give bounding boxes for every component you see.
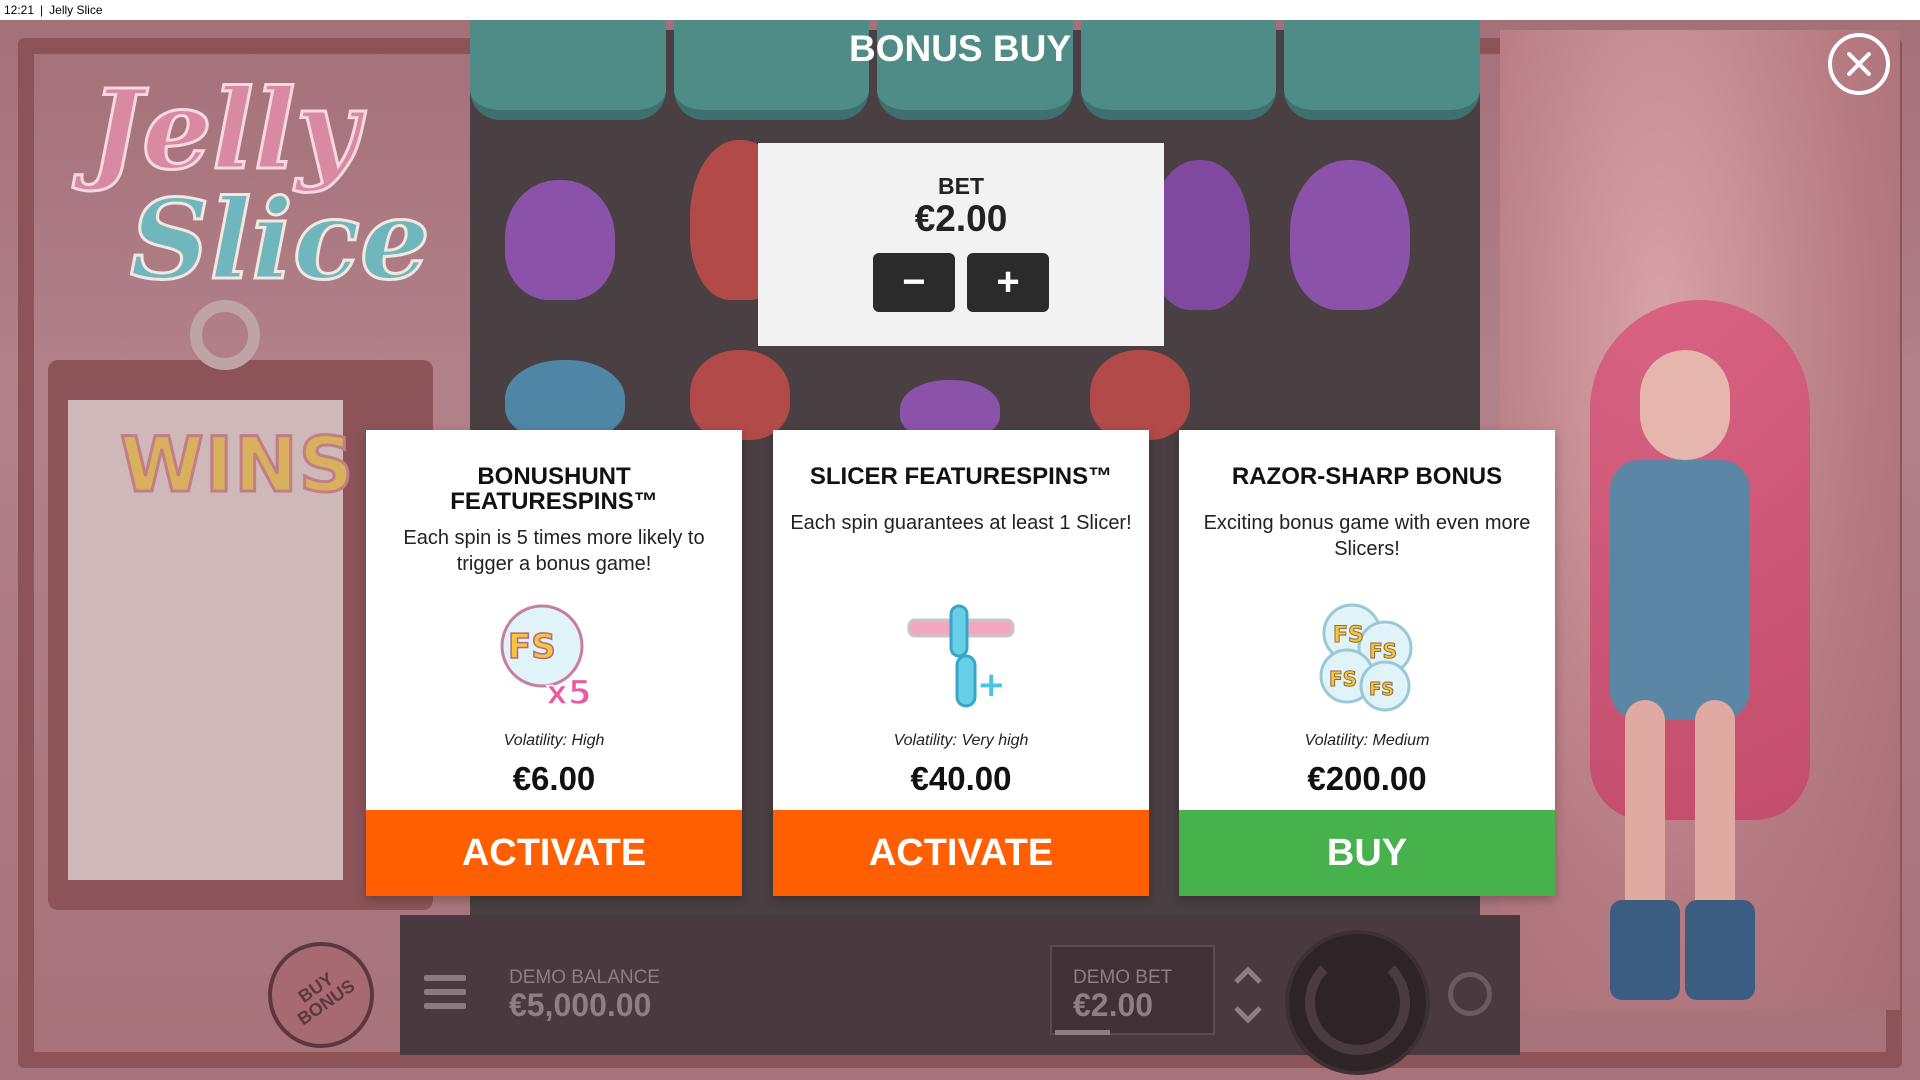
demo-bet-value: €2.00 xyxy=(1073,987,1154,1023)
character-boot xyxy=(1610,900,1680,1000)
svg-text:FS: FS xyxy=(1329,667,1357,691)
svg-text:x5: x5 xyxy=(546,673,592,713)
reel-cap xyxy=(470,20,666,120)
clock-time: 12:21 xyxy=(4,3,35,17)
modal-title: BONUS BUY xyxy=(848,28,1072,69)
window-titlebar: 12:21 | Jelly Slice xyxy=(0,0,1920,20)
card-title: BONUSHUNT FEATURESPINS™ xyxy=(450,463,658,515)
bet-increase-button[interactable]: + xyxy=(967,253,1049,312)
card-description: Exciting bonus game with even more Slice… xyxy=(1203,512,1531,560)
close-icon[interactable] xyxy=(1828,33,1890,95)
bonus-card-slicer: SLICER FEATURESPINS™ Each spin guarantee… xyxy=(773,430,1149,896)
game-logo: Jelly Slice xyxy=(70,45,432,306)
character-leg xyxy=(1695,700,1735,920)
clipboard-hook xyxy=(190,300,260,370)
fs-stack-icon: FS FS FS FS xyxy=(1319,603,1413,712)
bet-indicator xyxy=(1055,1030,1110,1035)
bet-decrease-button[interactable]: − xyxy=(873,253,955,312)
bet-label: BET xyxy=(938,173,984,199)
character-leg xyxy=(1625,700,1665,920)
jelly-symbol-purple xyxy=(1150,160,1250,310)
svg-text:FS: FS xyxy=(1369,639,1397,663)
wins-label: WINS xyxy=(118,419,355,511)
bet-amount: €2.00 xyxy=(914,198,1008,239)
buy-button[interactable]: BUY xyxy=(1179,810,1555,896)
bet-panel: BET €2.00 − + xyxy=(758,143,1164,346)
slicer-plus-icon: + xyxy=(907,604,1015,708)
fs-x5-icon: FS x5 xyxy=(500,604,592,714)
svg-text:FS: FS xyxy=(508,627,556,667)
title-separator: | xyxy=(40,3,44,17)
window-title: Jelly Slice xyxy=(49,3,103,17)
card-volatility: Volatility: Very high xyxy=(893,732,1029,749)
card-price: €6.00 xyxy=(512,760,596,797)
card-price: €40.00 xyxy=(910,760,1012,797)
card-title: RAZOR-SHARP BONUS xyxy=(1231,463,1503,490)
bet-adjust-arrows-icon[interactable] xyxy=(1228,960,1268,1030)
reel-cap xyxy=(1284,20,1480,120)
autoplay-icon[interactable] xyxy=(1448,972,1492,1016)
logo-word-slice: Slice xyxy=(129,174,432,306)
jelly-symbol-red xyxy=(690,350,790,440)
demo-balance-label: DEMO BALANCE xyxy=(509,967,660,988)
card-title: SLICER FEATURESPINS™ xyxy=(809,463,1113,490)
card-price: €200.00 xyxy=(1307,760,1427,797)
bonus-card-razor-sharp: RAZOR-SHARP BONUS Exciting bonus game wi… xyxy=(1179,430,1555,896)
svg-text:+: + xyxy=(977,665,1006,705)
card-volatility: Volatility: Medium xyxy=(1304,732,1430,749)
activate-button[interactable]: ACTIVATE xyxy=(773,810,1149,896)
character-boot xyxy=(1685,900,1755,1000)
activate-button[interactable]: ACTIVATE xyxy=(366,810,742,896)
card-description: Each spin is 5 times more likely to trig… xyxy=(403,527,705,575)
svg-text:FS: FS xyxy=(1333,623,1364,648)
jelly-symbol-red xyxy=(1090,350,1190,440)
demo-bet-label: DEMO BET xyxy=(1073,967,1173,988)
svg-text:FS: FS xyxy=(1369,679,1394,700)
spin-arrow-icon xyxy=(1305,950,1410,1055)
card-volatility: Volatility: High xyxy=(503,732,605,749)
demo-balance-value: €5,000.00 xyxy=(509,987,652,1023)
card-description: Each spin guarantees at least 1 Slicer! xyxy=(790,512,1132,534)
menu-icon[interactable] xyxy=(424,975,466,1009)
character-face xyxy=(1640,350,1730,460)
bonus-card-bonushunt: BONUSHUNT FEATURESPINS™ Each spin is 5 t… xyxy=(366,430,742,896)
character-body xyxy=(1610,460,1750,720)
jelly-symbol-purple xyxy=(505,180,615,300)
jelly-symbol-purple xyxy=(1290,160,1410,310)
jelly-symbol-blue xyxy=(505,360,625,440)
